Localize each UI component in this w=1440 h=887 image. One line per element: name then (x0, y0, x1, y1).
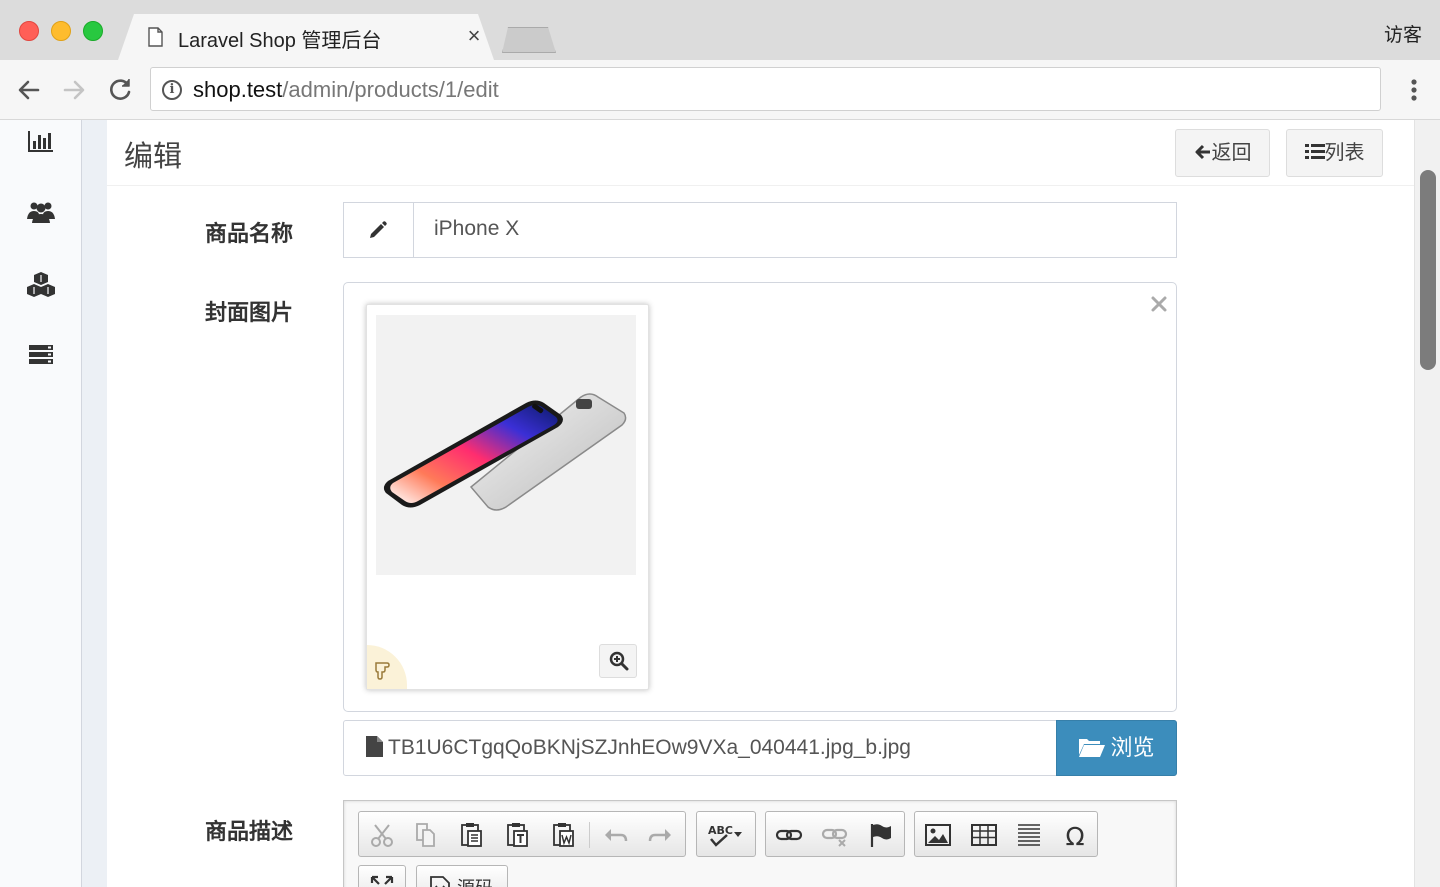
file-name: TB1U6CTgqQoBKNjSZJnhEOw9VXa_040441.jpg_b… (388, 736, 911, 759)
page-icon (148, 27, 163, 47)
list-button[interactable]: 列表 (1286, 129, 1383, 177)
copy-icon[interactable] (411, 820, 441, 850)
browse-button-label: 浏览 (1110, 735, 1155, 760)
tab-close-icon[interactable]: × (464, 24, 484, 48)
svg-text:Ω: Ω (1065, 822, 1084, 850)
tab-title: Laravel Shop 管理后台 (178, 30, 382, 52)
spellcheck-icon[interactable]: ABC (705, 820, 749, 850)
redo-icon[interactable] (645, 820, 675, 850)
browser-titlebar: Laravel Shop 管理后台 × 访客 (0, 0, 1440, 60)
page-scrollbar[interactable] (1414, 120, 1440, 887)
unlink-icon[interactable] (820, 820, 850, 850)
pencil-icon (370, 221, 387, 238)
list-button-label: 列表 (1324, 142, 1365, 164)
name-input-addon (344, 203, 414, 257)
arrow-left-icon (1195, 144, 1210, 160)
anchor-flag-icon[interactable] (866, 820, 896, 850)
name-label: 商品名称 (205, 221, 294, 246)
cut-icon[interactable] (367, 820, 397, 850)
file-icon (366, 736, 383, 757)
link-icon[interactable] (774, 820, 804, 850)
folder-open-icon (1079, 739, 1106, 757)
close-window-button[interactable] (19, 21, 39, 41)
url-text[interactable]: shop.test/admin/products/1/edit (193, 77, 499, 103)
browser-toolbar: i shop.test/admin/products/1/edit (0, 60, 1440, 120)
maximize-window-button[interactable] (83, 21, 103, 41)
table-icon[interactable] (969, 820, 999, 850)
maximize-icon[interactable] (369, 874, 395, 887)
phone-image (383, 393, 627, 511)
svg-text:ABC: ABC (708, 824, 733, 837)
paste-icon[interactable] (457, 820, 487, 850)
cover-label: 封面图片 (205, 300, 294, 325)
paste-word-icon[interactable] (549, 820, 579, 850)
bar-chart-icon[interactable] (26, 126, 56, 156)
spellcheck-toolbar-group: ABC (696, 811, 756, 857)
name-input[interactable]: iPhone X (434, 217, 519, 241)
url-host: shop.test (193, 77, 283, 102)
browser-menu-icon[interactable] (1404, 75, 1424, 105)
toolbar-separator (589, 822, 590, 848)
source-button-label[interactable]: 源码 (457, 874, 493, 887)
horizontal-line-icon[interactable] (1014, 820, 1044, 850)
address-bar[interactable]: i shop.test/admin/products/1/edit (150, 67, 1381, 111)
sidebar (0, 120, 82, 887)
back-button-label: 返回 (1211, 142, 1252, 164)
back-arrow-icon[interactable] (14, 75, 44, 105)
product-image (376, 315, 636, 575)
edit-panel: 编辑 返回 列表 商品名称 iPhone X 封面图片 TB1U6CTgqQoB… (107, 120, 1414, 887)
zoom-button[interactable] (599, 644, 637, 678)
maximize-toolbar-group (358, 865, 406, 887)
users-icon[interactable] (26, 197, 56, 227)
scrollbar-thumb[interactable] (1420, 170, 1436, 370)
back-button[interactable]: 返回 (1175, 129, 1270, 177)
browse-button[interactable]: 浏览 (1056, 720, 1177, 776)
special-char-icon[interactable]: Ω (1060, 820, 1090, 850)
minimize-window-button[interactable] (51, 21, 71, 41)
drag-handle[interactable] (367, 645, 407, 689)
close-icon[interactable] (1148, 293, 1170, 315)
url-path: /admin/products/1/edit (282, 77, 499, 102)
page-title: 编辑 (124, 141, 183, 173)
reload-icon[interactable] (105, 75, 135, 105)
file-caption[interactable]: TB1U6CTgqQoBKNjSZJnhEOw9VXa_040441.jpg_b… (343, 720, 1177, 776)
name-input-group[interactable]: iPhone X (343, 202, 1177, 258)
source-toolbar-group: 源码 (416, 865, 508, 887)
paste-text-icon[interactable] (503, 820, 533, 850)
link-toolbar-group (765, 811, 905, 857)
list-icon (1304, 144, 1325, 159)
rich-text-editor[interactable]: ABC Ω (343, 800, 1177, 887)
file-preview (343, 282, 1177, 712)
info-icon[interactable]: i (162, 80, 182, 100)
source-icon (430, 876, 450, 887)
insert-toolbar-group: Ω (914, 811, 1098, 857)
image-icon[interactable] (923, 820, 953, 850)
profile-label[interactable]: 访客 (1384, 20, 1422, 47)
panel-header: 编辑 返回 列表 (107, 120, 1414, 186)
undo-icon[interactable] (601, 820, 631, 850)
hand-pointer-icon (375, 662, 390, 680)
new-tab-button[interactable] (502, 27, 556, 53)
zoom-in-icon (609, 651, 629, 671)
clipboard-toolbar-group (358, 811, 686, 857)
server-icon[interactable] (26, 339, 56, 369)
preview-thumbnail (366, 304, 649, 690)
forward-arrow-icon[interactable] (59, 75, 89, 105)
cubes-icon[interactable] (26, 269, 56, 299)
description-label: 商品描述 (205, 819, 294, 844)
